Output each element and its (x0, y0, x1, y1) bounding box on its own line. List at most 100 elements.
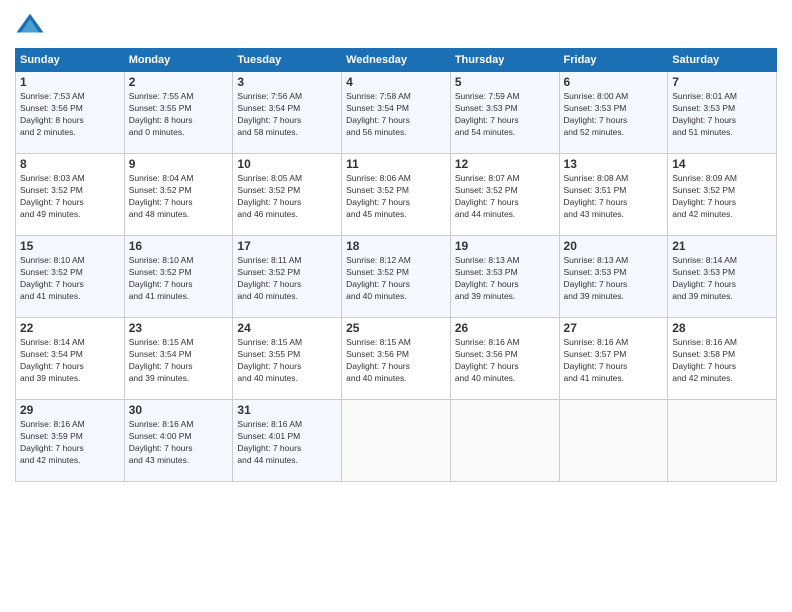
calendar-cell: 31 Sunrise: 8:16 AMSunset: 4:01 PMDayligh… (233, 400, 342, 482)
day-info: Sunrise: 8:00 AMSunset: 3:53 PMDaylight:… (564, 91, 664, 139)
calendar-cell: 6Sunrise: 8:00 AMSunset: 3:53 PMDaylight… (559, 72, 668, 154)
day-info: Sunrise: 8:16 AMSunset: 3:59 PMDaylight:… (20, 419, 120, 467)
calendar-cell: 25 Sunrise: 8:15 AMSunset: 3:56 PMDayligh… (342, 318, 451, 400)
day-number: 23 (129, 321, 229, 335)
calendar-week: 22 Sunrise: 8:14 AMSunset: 3:54 PMDayligh… (16, 318, 777, 400)
calendar-week: 29 Sunrise: 8:16 AMSunset: 3:59 PMDayligh… (16, 400, 777, 482)
day-number: 5 (455, 75, 555, 89)
calendar-cell: 12Sunrise: 8:07 AMSunset: 3:52 PMDayligh… (450, 154, 559, 236)
page: SundayMondayTuesdayWednesdayThursdayFrid… (0, 0, 792, 612)
calendar-week: 1Sunrise: 7:53 AMSunset: 3:56 PMDaylight… (16, 72, 777, 154)
day-number: 7 (672, 75, 772, 89)
calendar-cell: 11Sunrise: 8:06 AMSunset: 3:52 PMDayligh… (342, 154, 451, 236)
day-number: 26 (455, 321, 555, 335)
calendar-cell: 9 Sunrise: 8:04 AMSunset: 3:52 PMDaylight… (124, 154, 233, 236)
calendar-week: 15 Sunrise: 8:10 AMSunset: 3:52 PMDayligh… (16, 236, 777, 318)
day-number: 15 (20, 239, 120, 253)
calendar-cell: 21 Sunrise: 8:14 AMSunset: 3:53 PMDayligh… (668, 236, 777, 318)
calendar-cell: 13 Sunrise: 8:08 AMSunset: 3:51 PMDayligh… (559, 154, 668, 236)
day-number: 18 (346, 239, 446, 253)
calendar-cell: 8 Sunrise: 8:03 AMSunset: 3:52 PMDaylight… (16, 154, 125, 236)
day-number: 13 (564, 157, 664, 171)
calendar-cell: 26Sunrise: 8:16 AMSunset: 3:56 PMDayligh… (450, 318, 559, 400)
day-number: 3 (237, 75, 337, 89)
calendar-cell: 19 Sunrise: 8:13 AMSunset: 3:53 PMDayligh… (450, 236, 559, 318)
calendar-cell: 5 Sunrise: 7:59 AMSunset: 3:53 PMDaylight… (450, 72, 559, 154)
calendar-cell: 29 Sunrise: 8:16 AMSunset: 3:59 PMDayligh… (16, 400, 125, 482)
day-number: 20 (564, 239, 664, 253)
day-number: 19 (455, 239, 555, 253)
day-info: Sunrise: 8:13 AMSunset: 3:53 PMDaylight:… (564, 255, 664, 303)
day-info: Sunrise: 7:56 AMSunset: 3:54 PMDaylight:… (237, 91, 337, 139)
weekday-header: Wednesday (342, 49, 451, 72)
day-number: 27 (564, 321, 664, 335)
calendar-cell: 17 Sunrise: 8:11 AMSunset: 3:52 PMDayligh… (233, 236, 342, 318)
day-number: 4 (346, 75, 446, 89)
day-info: Sunrise: 8:14 AMSunset: 3:53 PMDaylight:… (672, 255, 772, 303)
day-number: 1 (20, 75, 120, 89)
day-info: Sunrise: 7:59 AMSunset: 3:53 PMDaylight:… (455, 91, 555, 139)
weekday-header: Friday (559, 49, 668, 72)
day-number: 29 (20, 403, 120, 417)
day-info: Sunrise: 8:10 AMSunset: 3:52 PMDaylight:… (129, 255, 229, 303)
day-info: Sunrise: 7:58 AMSunset: 3:54 PMDaylight:… (346, 91, 446, 139)
day-number: 21 (672, 239, 772, 253)
day-info: Sunrise: 8:08 AMSunset: 3:51 PMDaylight:… (564, 173, 664, 221)
day-info: Sunrise: 8:09 AMSunset: 3:52 PMDaylight:… (672, 173, 772, 221)
day-number: 10 (237, 157, 337, 171)
day-info: Sunrise: 8:13 AMSunset: 3:53 PMDaylight:… (455, 255, 555, 303)
weekday-header: Monday (124, 49, 233, 72)
day-info: Sunrise: 8:04 AMSunset: 3:52 PMDaylight:… (129, 173, 229, 221)
calendar-cell: 22 Sunrise: 8:14 AMSunset: 3:54 PMDayligh… (16, 318, 125, 400)
calendar-cell: 20 Sunrise: 8:13 AMSunset: 3:53 PMDayligh… (559, 236, 668, 318)
calendar-cell: 15 Sunrise: 8:10 AMSunset: 3:52 PMDayligh… (16, 236, 125, 318)
calendar-cell: 16 Sunrise: 8:10 AMSunset: 3:52 PMDayligh… (124, 236, 233, 318)
day-number: 8 (20, 157, 120, 171)
day-number: 11 (346, 157, 446, 171)
calendar-cell (342, 400, 451, 482)
day-number: 12 (455, 157, 555, 171)
logo (15, 10, 49, 40)
day-info: Sunrise: 8:15 AMSunset: 3:56 PMDaylight:… (346, 337, 446, 385)
day-number: 9 (129, 157, 229, 171)
weekday-header: Thursday (450, 49, 559, 72)
day-number: 30 (129, 403, 229, 417)
logo-icon (15, 10, 45, 40)
day-number: 31 (237, 403, 337, 417)
calendar-week: 8 Sunrise: 8:03 AMSunset: 3:52 PMDaylight… (16, 154, 777, 236)
calendar-cell: 30 Sunrise: 8:16 AMSunset: 4:00 PMDayligh… (124, 400, 233, 482)
calendar-cell: 18Sunrise: 8:12 AMSunset: 3:52 PMDayligh… (342, 236, 451, 318)
day-info: Sunrise: 8:16 AMSunset: 4:01 PMDaylight:… (237, 419, 337, 467)
weekday-header: Tuesday (233, 49, 342, 72)
day-number: 17 (237, 239, 337, 253)
day-info: Sunrise: 8:15 AMSunset: 3:55 PMDaylight:… (237, 337, 337, 385)
calendar-cell: 10 Sunrise: 8:05 AMSunset: 3:52 PMDayligh… (233, 154, 342, 236)
day-number: 28 (672, 321, 772, 335)
day-number: 22 (20, 321, 120, 335)
calendar-cell: 27Sunrise: 8:16 AMSunset: 3:57 PMDayligh… (559, 318, 668, 400)
day-info: Sunrise: 8:16 AMSunset: 3:58 PMDaylight:… (672, 337, 772, 385)
day-info: Sunrise: 8:16 AMSunset: 4:00 PMDaylight:… (129, 419, 229, 467)
calendar-cell: 1Sunrise: 7:53 AMSunset: 3:56 PMDaylight… (16, 72, 125, 154)
day-number: 2 (129, 75, 229, 89)
day-info: Sunrise: 8:15 AMSunset: 3:54 PMDaylight:… (129, 337, 229, 385)
calendar-cell: 24 Sunrise: 8:15 AMSunset: 3:55 PMDayligh… (233, 318, 342, 400)
day-number: 24 (237, 321, 337, 335)
day-number: 14 (672, 157, 772, 171)
day-info: Sunrise: 8:03 AMSunset: 3:52 PMDaylight:… (20, 173, 120, 221)
calendar-body: 1Sunrise: 7:53 AMSunset: 3:56 PMDaylight… (16, 72, 777, 482)
weekday-header: Sunday (16, 49, 125, 72)
calendar-cell: 4 Sunrise: 7:58 AMSunset: 3:54 PMDaylight… (342, 72, 451, 154)
day-info: Sunrise: 8:05 AMSunset: 3:52 PMDaylight:… (237, 173, 337, 221)
weekday-header: Saturday (668, 49, 777, 72)
calendar-cell: 23 Sunrise: 8:15 AMSunset: 3:54 PMDayligh… (124, 318, 233, 400)
day-info: Sunrise: 8:01 AMSunset: 3:53 PMDaylight:… (672, 91, 772, 139)
weekday-row: SundayMondayTuesdayWednesdayThursdayFrid… (16, 49, 777, 72)
calendar-cell (668, 400, 777, 482)
day-info: Sunrise: 8:11 AMSunset: 3:52 PMDaylight:… (237, 255, 337, 303)
day-info: Sunrise: 8:14 AMSunset: 3:54 PMDaylight:… (20, 337, 120, 385)
calendar: SundayMondayTuesdayWednesdayThursdayFrid… (15, 48, 777, 482)
day-number: 16 (129, 239, 229, 253)
day-number: 25 (346, 321, 446, 335)
day-info: Sunrise: 8:10 AMSunset: 3:52 PMDaylight:… (20, 255, 120, 303)
